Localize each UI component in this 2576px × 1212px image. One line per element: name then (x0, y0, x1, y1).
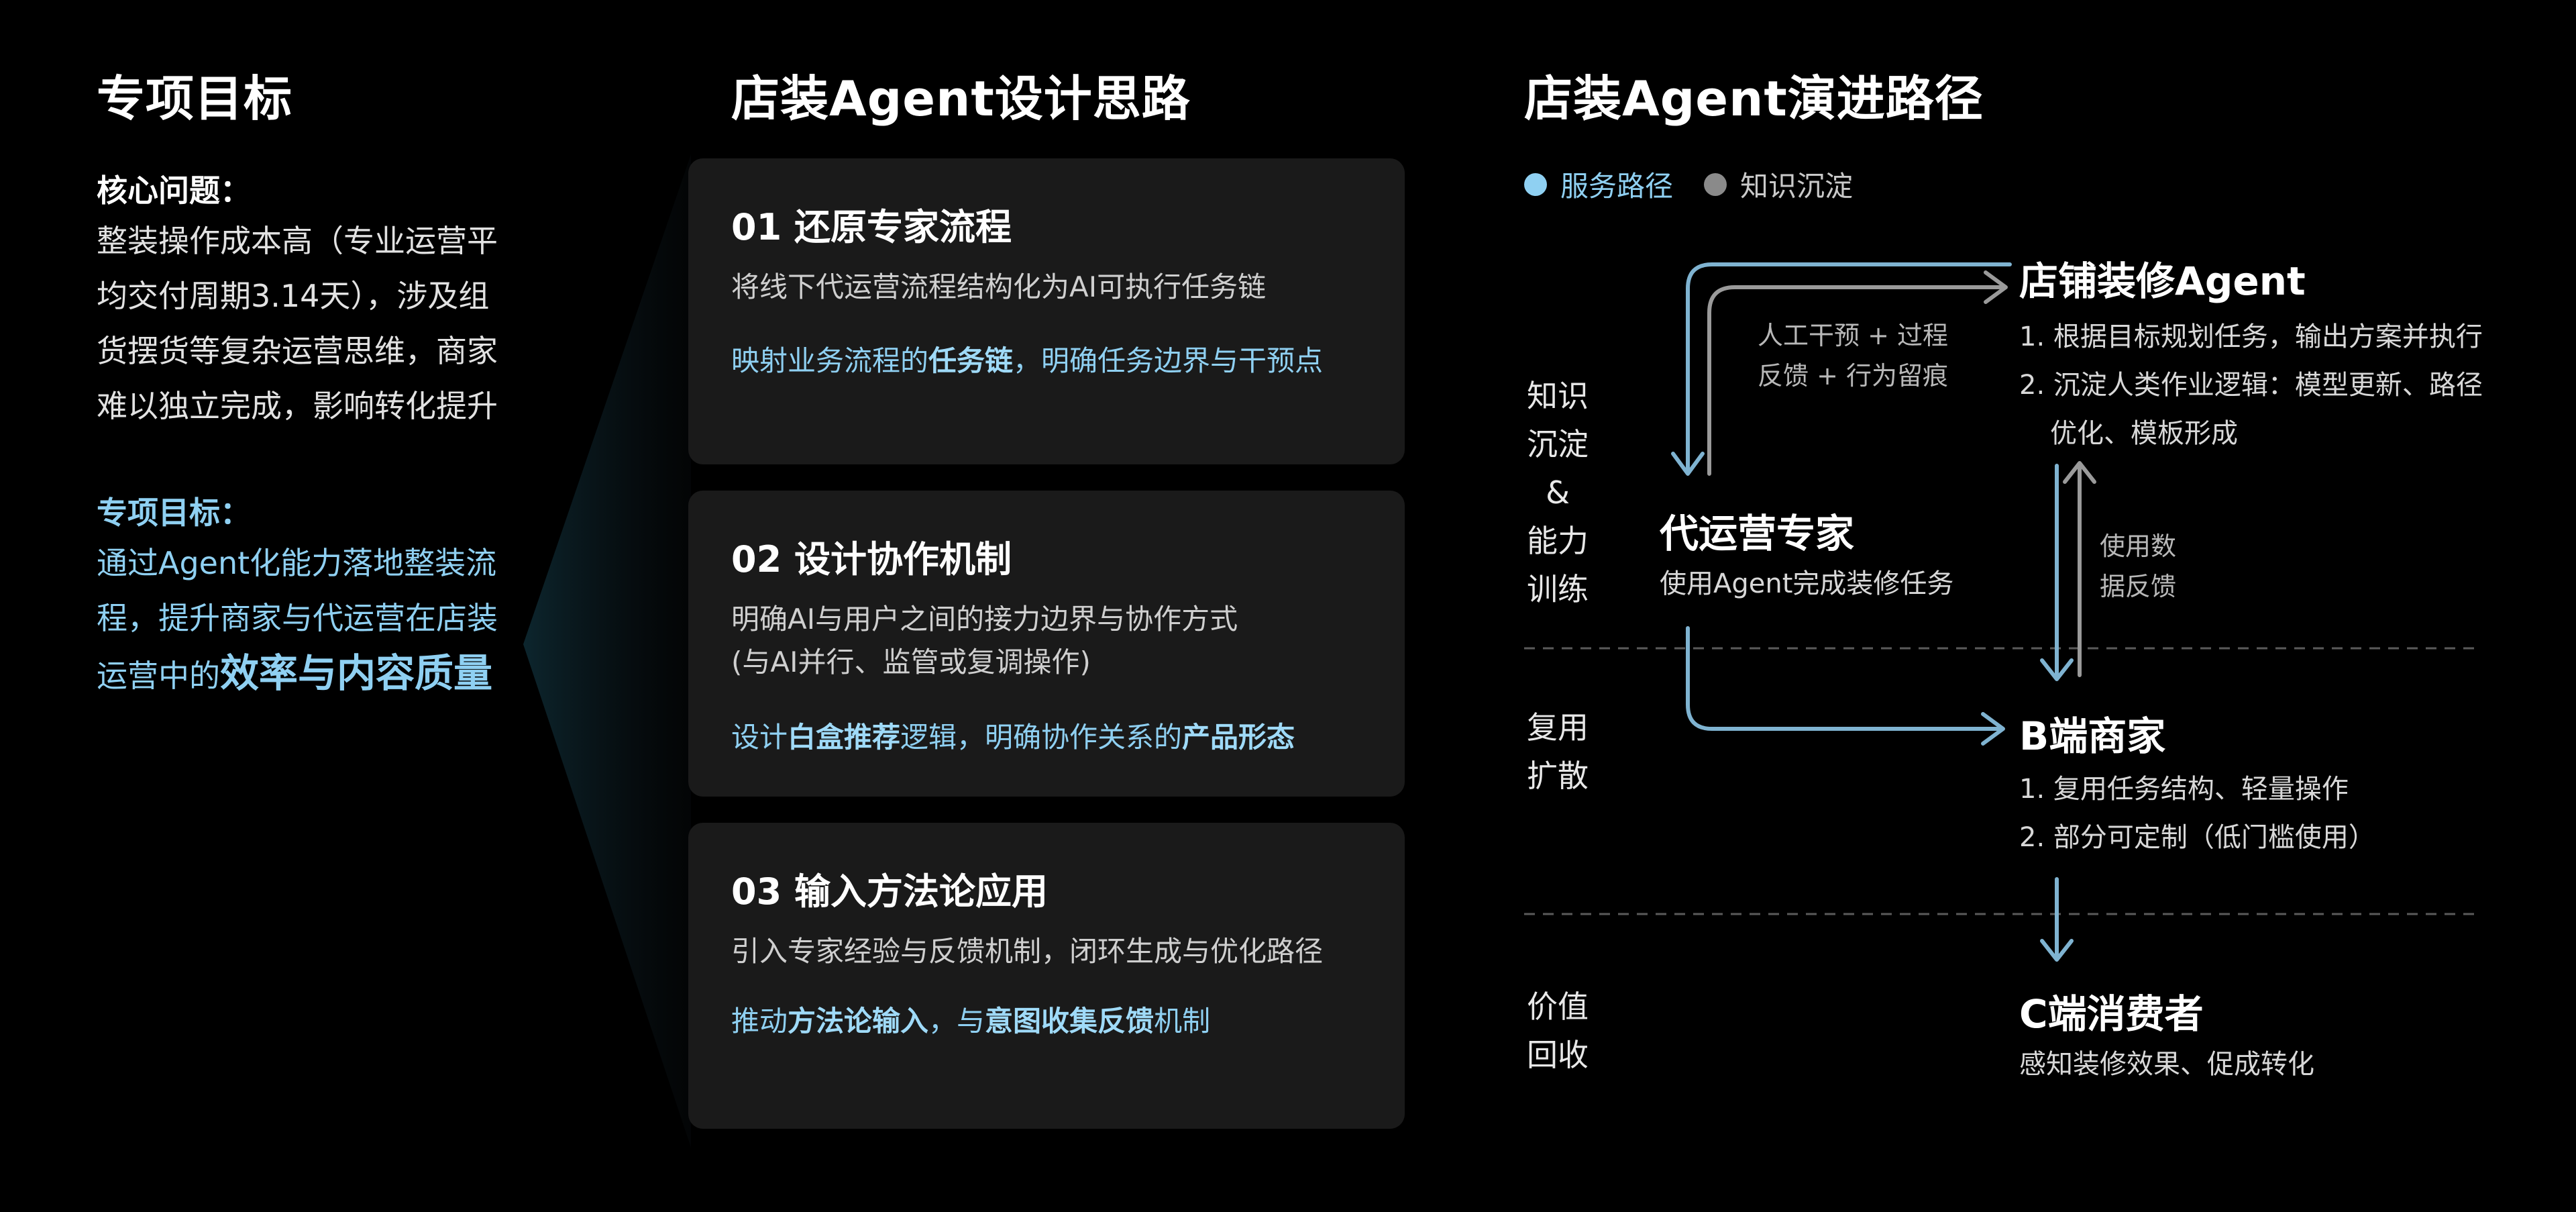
stage-reuse-spread: 复用 扩散 (1527, 709, 1589, 794)
node-expert-title: 代运营专家 (1660, 511, 1855, 556)
node-agent-desc: 1. 根据目标规划任务，输出方案并执行 2. 沉淀人类作业逻辑：模型更新、路径 … (2019, 321, 2483, 449)
stage-value-return: 价值 回收 (1527, 989, 1589, 1073)
node-merchant-title: B端商家 (2019, 713, 2166, 759)
node-consumer-title: C端消费者 (2019, 991, 2204, 1037)
note-data-feedback: 使用数 据反馈 (2100, 532, 2177, 601)
node-merchant-desc: 1. 复用任务结构、轻量操作 2. 部分可定制（低门槛使用） (2019, 774, 2375, 853)
arrow-expert-to-merchant (1686, 626, 2001, 731)
node-agent-title: 店铺装修Agent (2019, 258, 2306, 304)
node-expert-desc: 使用Agent完成装修任务 (1660, 568, 1954, 599)
note-intervention: 人工干预 + 过程 反馈 + 行为留痕 (1758, 321, 1948, 391)
node-consumer-desc: 感知装修效果、促成转化 (2019, 1049, 2314, 1080)
stage-knowledge-training: 知识 沉淀 & 能力 训练 (1527, 378, 1589, 607)
